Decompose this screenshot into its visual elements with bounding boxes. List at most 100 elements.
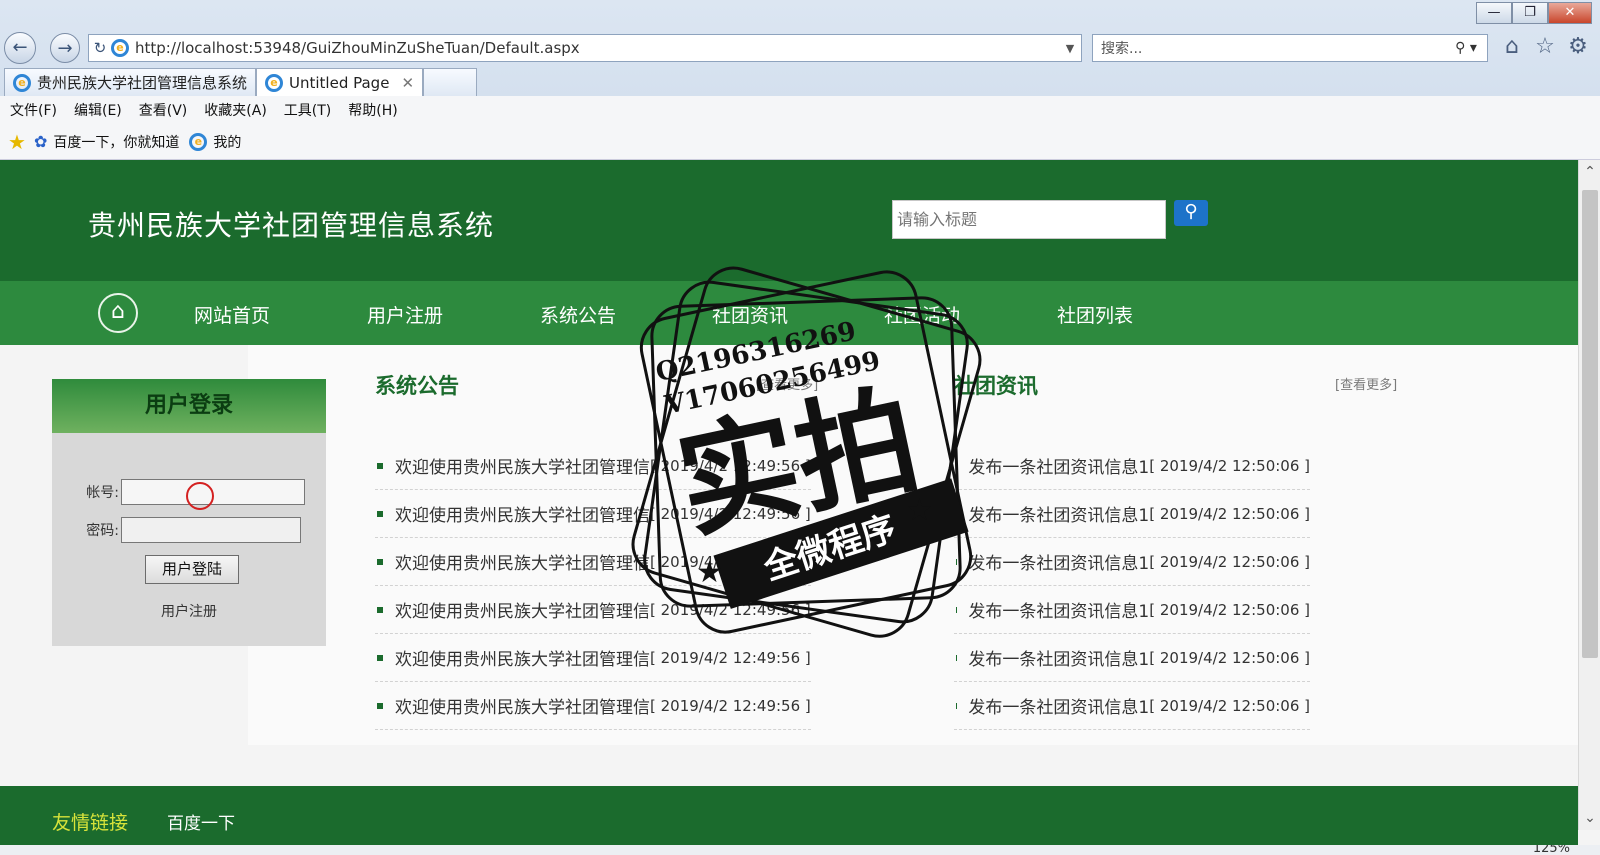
new-tab-button[interactable] [423,68,478,96]
forward-arrow-icon[interactable]: → [50,33,80,63]
list-item[interactable]: 欢迎使用贵州民族大学社团管理信[ 2019/4/2 12:49:56 ] [375,634,811,682]
favorites-star-icon[interactable]: ☆ [1531,34,1559,59]
friend-link-baidu[interactable]: 百度一下 [167,809,235,834]
list-item[interactable]: 发布一条社团资讯信息1[ 2019/4/2 12:50:06 ] [954,442,1310,490]
favorites-bar: ★ ✿ 百度一下，你就知道 e 我的 [0,124,1600,160]
news-date: [ 2019/4/2 12:50:06 ] [1149,648,1310,667]
minimize-icon[interactable]: — [1476,2,1512,24]
home-icon[interactable]: ⌂ [98,293,138,333]
main-nav: ⌂ 网站首页 用户注册 系统公告 社团资讯 社团活动 社团列表 [0,281,1578,345]
tab-close-icon[interactable]: ✕ [401,74,414,92]
announcement-date: [ 2019/4/2 12:49:56 ] [650,456,811,475]
password-label: 密码: [86,523,119,539]
list-item[interactable]: 发布一条社团资讯信息1[ 2019/4/2 12:50:06 ] [954,634,1310,682]
list-item[interactable]: 发布一条社团资讯信息1[ 2019/4/2 12:50:06 ] [954,586,1310,634]
login-button[interactable]: 用户登陆 [145,555,239,584]
announcements-title: 系统公告 [375,374,459,398]
tab-site[interactable]: e 贵州民族大学社团管理信息系统 [4,68,257,96]
menu-view[interactable]: 查看(V) [139,100,188,120]
scroll-thumb[interactable] [1582,190,1598,658]
list-item[interactable]: 欢迎使用贵州民族大学社团管理信[ 2019/4/2 12:49:56 ] [375,442,811,490]
scroll-down-icon[interactable]: ⌄ [1579,810,1600,826]
bullet-icon [377,558,383,565]
bullet-icon [377,702,383,709]
tab-label: Untitled Page [289,73,390,92]
news-title-text[interactable]: 发布一条社团资讯信息1 [968,549,1149,574]
tab-untitled[interactable]: e Untitled Page ✕ [256,68,424,96]
browser-search-placeholder[interactable]: 搜索... [1093,38,1445,58]
zoom-level[interactable]: 125% [1533,845,1570,855]
site-header: 贵州民族大学社团管理信息系统 ⚲ [0,160,1578,281]
list-item[interactable]: 发布一条社团资讯信息1[ 2019/4/2 12:50:06 ] [954,538,1310,586]
news-date: [ 2019/4/2 12:50:06 ] [1149,456,1310,475]
nav-activities[interactable]: 社团活动 [884,301,960,328]
browser-search-box[interactable]: 搜索... ⚲ ▾ [1092,34,1488,62]
announcement-title[interactable]: 欢迎使用贵州民族大学社团管理信 [395,645,650,670]
nav-home[interactable]: 网站首页 [194,301,270,328]
home-icon[interactable]: ⌂ [1498,34,1526,59]
restore-icon[interactable]: ❐ [1512,2,1548,24]
favorites-star-icon[interactable]: ★ [8,130,26,154]
ie-fav-icon: e [189,132,208,151]
news-title-text[interactable]: 发布一条社团资讯信息1 [968,645,1149,670]
password-row: 密码: [82,517,301,543]
gear-icon[interactable]: ⚙ [1564,34,1592,59]
tab-strip: e 贵州民族大学社团管理信息系统 e Untitled Page ✕ [4,68,478,96]
announcement-title[interactable]: 欢迎使用贵州民族大学社团管理信 [395,549,650,574]
news-more-link[interactable]: [查看更多] [1335,374,1397,393]
news-title: 社团资讯 [954,374,1038,398]
friend-links-label: 友情链接 [52,812,129,834]
nav-register[interactable]: 用户注册 [367,301,443,328]
password-input[interactable] [121,517,301,543]
menu-edit[interactable]: 编辑(E) [74,100,122,120]
bullet-icon [377,654,383,661]
refresh-icon[interactable]: ↻ [89,39,111,57]
login-box: 用户登录 帐号: 密码: 用户登陆 用户注册 [52,379,326,646]
news-date: [ 2019/4/2 12:50:06 ] [1149,552,1310,571]
title-search-input[interactable] [892,200,1166,239]
list-item[interactable]: 欢迎使用贵州民族大学社团管理信[ 2019/4/2 12:49:56 ] [375,682,811,730]
news-title-text[interactable]: 发布一条社团资讯信息1 [968,693,1149,718]
tab-label: 贵州民族大学社团管理信息系统 [37,74,248,92]
announcement-title[interactable]: 欢迎使用贵州民族大学社团管理信 [395,597,650,622]
page-scrollbar[interactable]: ⌃ ⌄ [1578,160,1600,830]
list-item[interactable]: 欢迎使用贵州民族大学社团管理信[ 2019/4/2 12:49:56 ] [375,490,811,538]
search-icon[interactable]: ⚲ ▾ [1445,40,1487,56]
bullet-icon [377,606,383,613]
news-title-text[interactable]: 发布一条社团资讯信息1 [968,597,1149,622]
favorite-baidu[interactable]: 百度一下，你就知道 [53,132,179,152]
news-title-text[interactable]: 发布一条社团资讯信息1 [968,501,1149,526]
announcement-title[interactable]: 欢迎使用贵州民族大学社团管理信 [395,693,650,718]
menu-help[interactable]: 帮助(H) [348,100,397,120]
list-item[interactable]: 发布一条社团资讯信息1[ 2019/4/2 12:50:06 ] [954,490,1310,538]
login-title: 用户登录 [52,379,326,433]
close-icon[interactable]: ✕ [1548,2,1592,24]
nav-news[interactable]: 社团资讯 [712,301,788,328]
address-url[interactable]: http://localhost:53948/GuiZhouMinZuSheTu… [135,39,1059,57]
scroll-up-icon[interactable]: ⌃ [1579,164,1600,180]
menu-favorites[interactable]: 收藏夹(A) [204,100,267,120]
announcements-list: 欢迎使用贵州民族大学社团管理信[ 2019/4/2 12:49:56 ] 欢迎使… [375,442,811,730]
favorite-mine[interactable]: 我的 [213,132,241,152]
nav-club-list[interactable]: 社团列表 [1057,301,1133,328]
menu-file[interactable]: 文件(F) [10,100,57,120]
search-icon[interactable]: ⚲ [1174,200,1208,226]
site-title: 贵州民族大学社团管理信息系统 [88,209,495,242]
window-controls: — ❐ ✕ [1476,2,1592,24]
news-title-text[interactable]: 发布一条社团资讯信息1 [968,453,1149,478]
list-item[interactable]: 欢迎使用贵州民族大学社团管理信[ 2019/4/2 12:49:56 ] [375,586,811,634]
announcement-title[interactable]: 欢迎使用贵州民族大学社团管理信 [395,501,650,526]
address-bar[interactable]: ↻ e http://localhost:53948/GuiZhouMinZuS… [88,34,1082,62]
register-link[interactable]: 用户注册 [52,601,326,621]
browser-chrome: — ❐ ✕ ← → ↻ e http://localhost:53948/Gui… [0,0,1600,160]
chevron-down-icon[interactable]: ▼ [1059,42,1081,55]
menu-tools[interactable]: 工具(T) [284,100,331,120]
announcement-date: [ 2019/4/2 12:49:56 ] [650,552,811,571]
list-item[interactable]: 欢迎使用贵州民族大学社团管理信[ 2019/4/2 12:49:56 ] [375,538,811,586]
nav-announcements[interactable]: 系统公告 [540,301,616,328]
announcements-more-link[interactable]: [查看更多] [756,374,818,393]
list-item[interactable]: 发布一条社团资讯信息1[ 2019/4/2 12:50:06 ] [954,682,1310,730]
back-arrow-icon[interactable]: ← [4,32,36,64]
bullet-icon [377,510,383,517]
announcement-title[interactable]: 欢迎使用贵州民族大学社团管理信 [395,453,650,478]
